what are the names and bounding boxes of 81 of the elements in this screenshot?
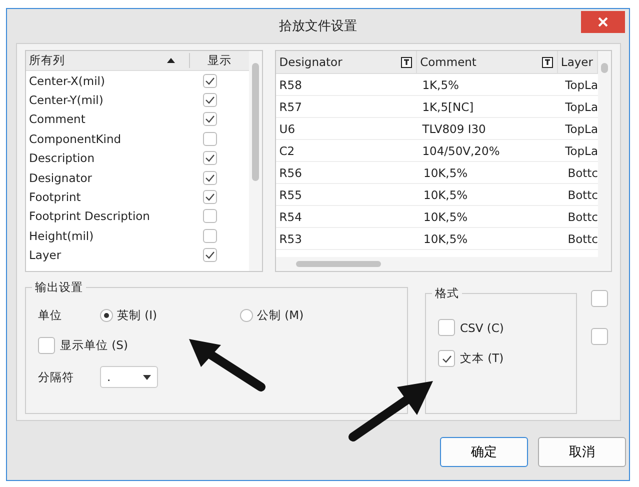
filter-icon <box>401 56 412 68</box>
check-icon <box>205 251 215 260</box>
column-header[interactable]: 所有列 <box>26 53 167 68</box>
close-icon <box>598 17 608 27</box>
check-icon <box>205 96 215 104</box>
group-title: 格式 <box>434 286 460 301</box>
check-icon <box>205 115 215 124</box>
column-name[interactable]: Center-Y(mil) <box>26 93 203 108</box>
cancel-button[interactable]: 取消 <box>538 437 626 467</box>
table-cell-text: R54 <box>278 208 303 226</box>
column-name[interactable]: Footprint <box>26 190 203 204</box>
checkbox[interactable] <box>591 290 608 307</box>
close-button[interactable] <box>581 11 625 33</box>
separator-label: 分隔符 <box>38 370 75 384</box>
table-cell-text: R53 <box>278 230 303 248</box>
table-cell-text: Bottc <box>566 186 598 204</box>
horizontal-scrollbar[interactable] <box>276 257 598 271</box>
table-cell-text: TopLa <box>564 98 598 116</box>
table-cell-text: TopLa <box>564 142 598 160</box>
table-cell-text: R55 <box>278 186 303 204</box>
column-name[interactable]: Height(mil) <box>26 228 203 243</box>
checkbox[interactable] <box>203 228 217 243</box>
show-units-checkbox[interactable]: 显示单位 (S) <box>38 337 128 354</box>
checkbox[interactable] <box>203 248 217 262</box>
checkbox[interactable] <box>203 190 217 204</box>
sort-up-icon <box>167 58 175 63</box>
checkbox[interactable] <box>203 74 217 88</box>
checkbox[interactable] <box>203 132 217 146</box>
group-title: 输出设置 <box>34 280 84 295</box>
checkbox[interactable] <box>203 209 217 224</box>
table-cell-text: Bottc <box>566 208 598 226</box>
table-cell-text: Bottc <box>566 164 598 182</box>
table-cell-text: TopLa <box>564 120 598 138</box>
table-cell-text: C2 <box>278 142 296 160</box>
vertical-scrollbar[interactable] <box>249 51 262 271</box>
window-title: 拾放文件设置 <box>279 18 357 35</box>
table-cell-text: U6 <box>278 120 296 138</box>
filter-icon <box>542 56 553 68</box>
checkbox[interactable] <box>203 151 217 166</box>
check-icon <box>205 174 215 182</box>
table-cell-text: R56 <box>278 164 303 182</box>
table-cell-text: 1K,5[NC] <box>421 98 475 116</box>
table-cell-text: 10K,5% <box>422 208 469 226</box>
radio-button[interactable] <box>100 308 113 322</box>
check-icon <box>205 76 215 85</box>
table-cell-text: R58 <box>278 76 303 94</box>
table-cell-text: TopLa <box>564 76 598 94</box>
table-cell-text: R57 <box>278 98 303 116</box>
table-cell-text: 10K,5% <box>422 164 469 182</box>
separator-dropdown[interactable]: . <box>100 366 158 388</box>
column-name[interactable]: Description <box>26 151 203 166</box>
column-header[interactable]: Comment <box>417 51 558 73</box>
checkbox[interactable] <box>203 93 217 108</box>
caret-icon <box>143 374 151 380</box>
column-name[interactable]: Footprint Description <box>26 209 203 224</box>
unit-label: 单位 <box>38 308 63 322</box>
checkbox[interactable] <box>591 328 608 345</box>
ok-button[interactable]: 确定 <box>440 437 528 467</box>
checkbox[interactable] <box>203 170 217 185</box>
table-cell-text: 10K,5% <box>422 186 469 204</box>
format-checkbox[interactable]: CSV (C) <box>438 319 504 336</box>
radio-label[interactable]: 英制 (I) <box>117 308 158 322</box>
column-name[interactable]: Designator <box>26 170 203 185</box>
column-name[interactable]: Center-X(mil) <box>26 74 203 88</box>
radio-button[interactable] <box>240 308 253 322</box>
check-icon <box>442 354 452 362</box>
column-name[interactable]: Comment <box>26 112 203 126</box>
table-cell-text: 1K,5% <box>421 76 460 94</box>
radio-label[interactable]: 公制 (M) <box>257 308 304 322</box>
table-cell-text: 10K,5% <box>422 230 469 248</box>
vertical-scrollbar[interactable] <box>598 51 611 271</box>
check-icon <box>205 193 215 202</box>
table-cell-text: 104/50V,20% <box>421 142 501 160</box>
check-icon <box>205 154 215 162</box>
checkbox[interactable] <box>203 112 217 126</box>
table-cell-text: Bottc <box>566 230 598 248</box>
table-cell-text: TLV809 I30 <box>421 120 487 138</box>
column-header[interactable]: Designator <box>276 51 418 73</box>
format-checkbox[interactable]: 文本 (T) <box>438 350 504 367</box>
column-name[interactable]: ComponentKind <box>26 132 203 146</box>
column-name[interactable]: Layer <box>26 248 203 262</box>
